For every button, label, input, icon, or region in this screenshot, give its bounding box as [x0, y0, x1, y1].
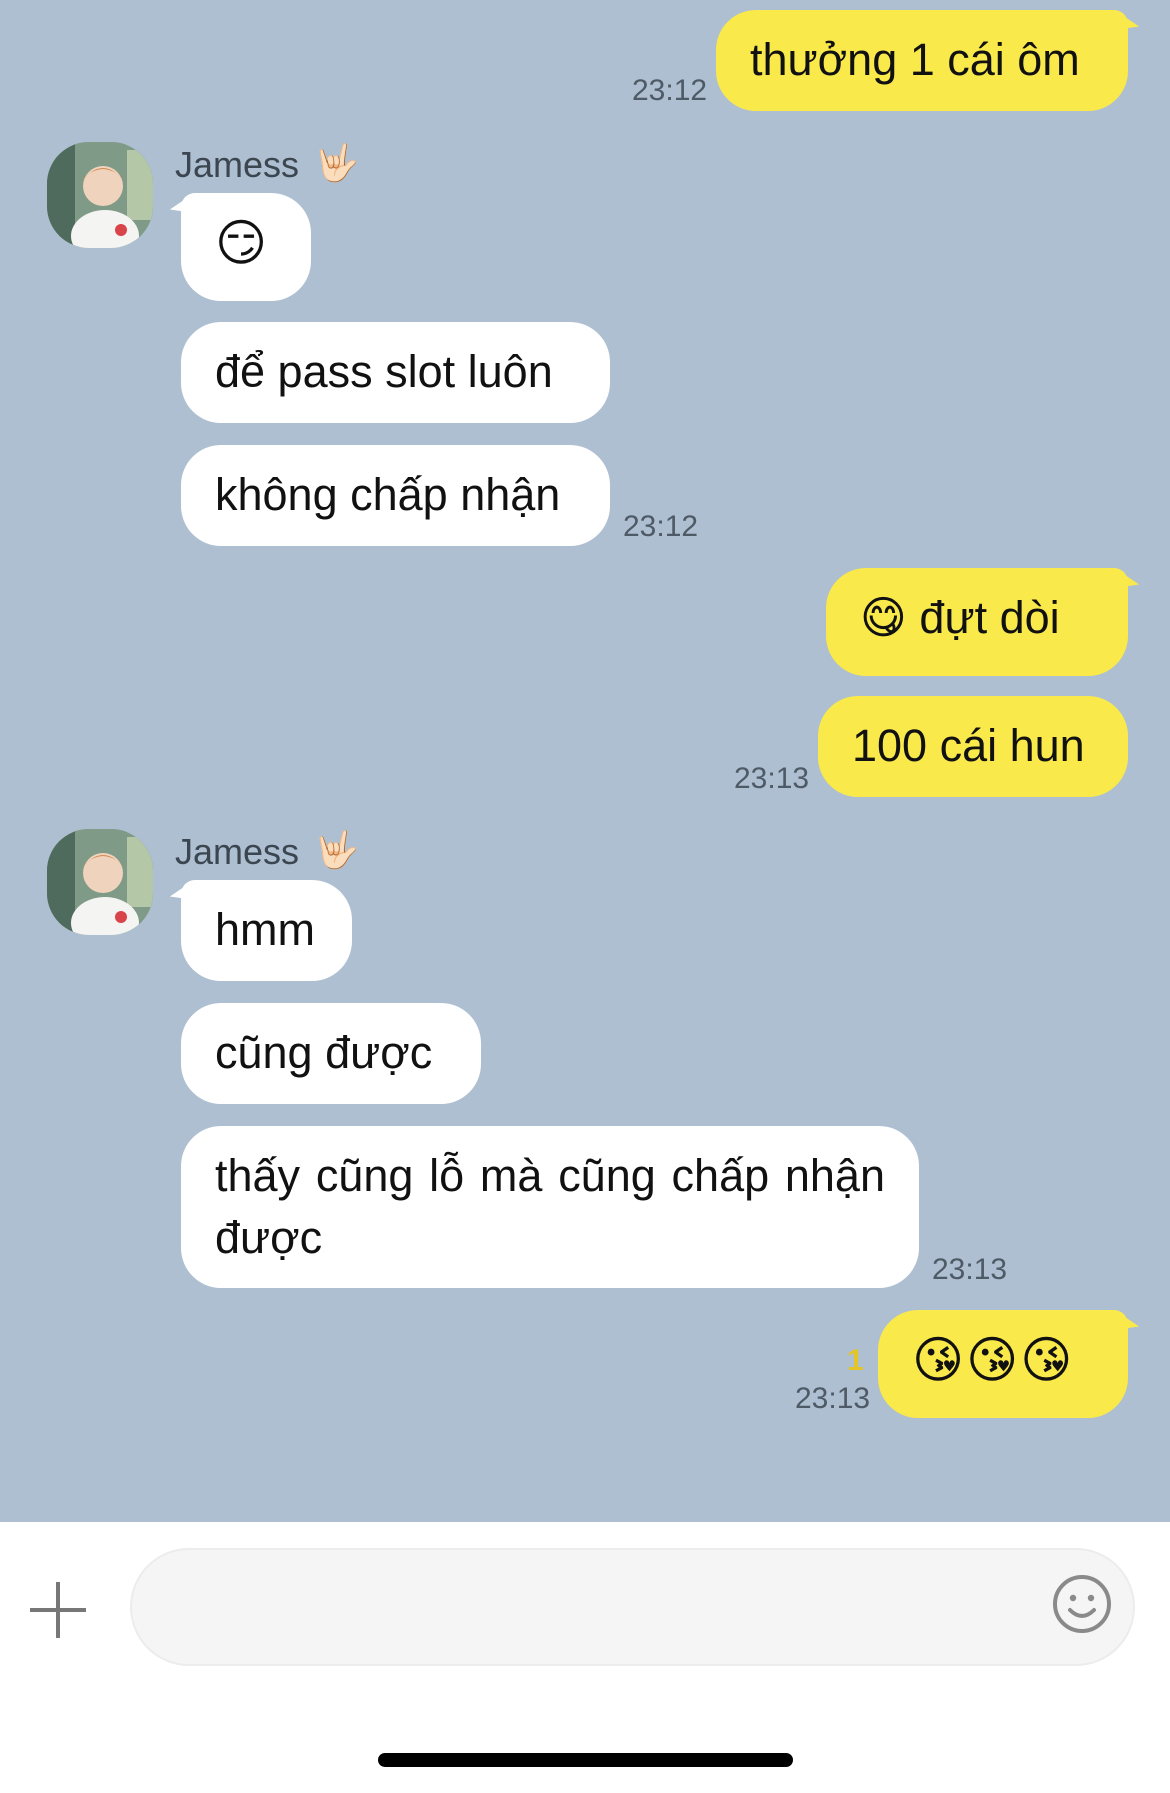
message-bubble-incoming[interactable]: cũng được	[181, 1003, 481, 1104]
avatar-photo	[47, 829, 153, 935]
home-indicator[interactable]	[378, 1753, 793, 1767]
message-bubble-incoming[interactable]: 😏	[181, 193, 311, 301]
chat-area[interactable]: 23:12 thưởng 1 cái ôm Jamess 🤟🏻 😏 để pas…	[0, 0, 1170, 1522]
message-bubble-incoming[interactable]: thấy cũng lỗ mà cũng chấp nhận được	[181, 1126, 919, 1288]
message-bubble-incoming[interactable]: không chấp nhận	[181, 445, 610, 546]
message-bubble-incoming[interactable]: hmm	[181, 880, 352, 981]
contact-name: Jamess	[175, 144, 300, 185]
avatar-photo	[47, 142, 153, 248]
message-bubble-outgoing[interactable]: 😋 đựt dòi	[826, 568, 1128, 676]
plus-icon[interactable]	[30, 1582, 86, 1638]
message-bubble-outgoing[interactable]: 😘😘😘	[878, 1310, 1128, 1418]
message-time: 23:13	[734, 762, 810, 795]
contact-avatar[interactable]	[47, 829, 153, 935]
message-bubble-incoming[interactable]: để pass slot luôn	[181, 322, 610, 423]
contact-name: Jamess	[175, 831, 300, 872]
unread-count: 1	[847, 1344, 864, 1377]
message-bubble-outgoing[interactable]: 100 cái hun	[818, 696, 1128, 797]
message-time: 23:13	[795, 1382, 871, 1415]
horns-emoji-icon: 🤟🏻	[314, 143, 359, 184]
message-time: 23:12	[632, 74, 708, 107]
contact-avatar[interactable]	[47, 142, 153, 248]
horns-emoji-icon: 🤟🏻	[314, 830, 359, 871]
message-bubble-outgoing[interactable]: thưởng 1 cái ôm	[716, 10, 1128, 111]
message-input[interactable]	[130, 1548, 1135, 1666]
message-time: 23:12	[623, 510, 699, 543]
message-time: 23:13	[932, 1253, 1008, 1286]
smiley-icon[interactable]	[1051, 1573, 1113, 1635]
